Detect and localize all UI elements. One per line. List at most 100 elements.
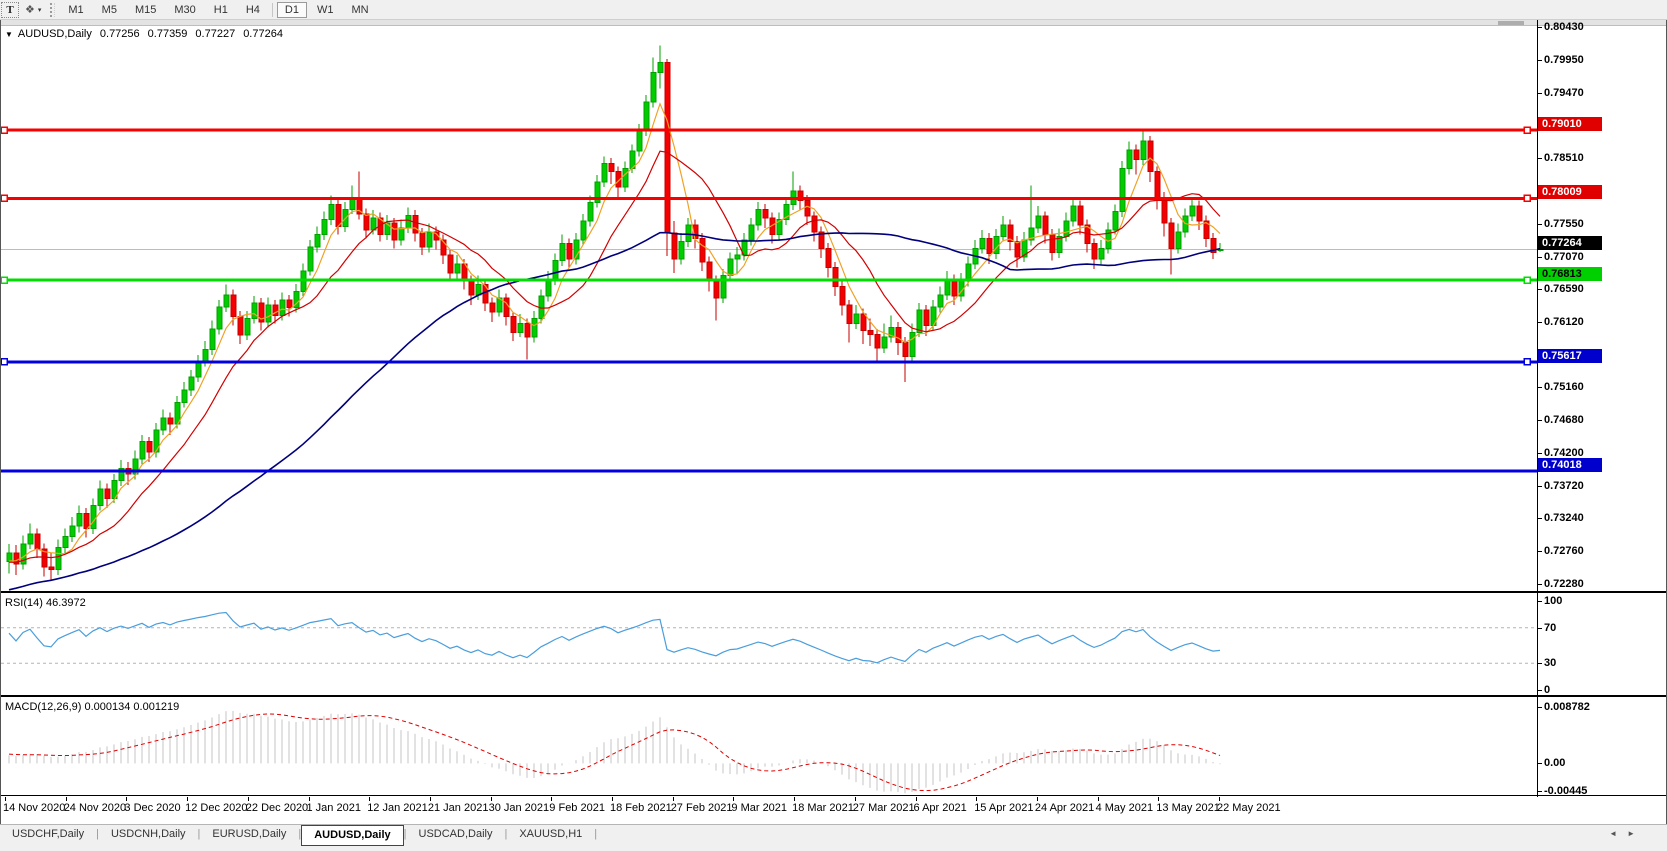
shapes-tool-button[interactable]: ❖ ▾ <box>21 2 45 18</box>
candle-body <box>231 295 236 317</box>
date-label[interactable]: 22 May 2021 <box>1217 802 1281 814</box>
date-label[interactable]: 24 Apr 2021 <box>1035 802 1094 814</box>
timeframe-button-mn[interactable]: MN <box>343 2 376 18</box>
line-anchor-marker <box>1 277 7 283</box>
date-label[interactable]: 3 Dec 2020 <box>124 802 180 814</box>
date-label[interactable]: 18 Feb 2021 <box>610 802 672 814</box>
timeframe-button-m5[interactable]: M5 <box>94 2 125 18</box>
chart-window[interactable]: ▼ AUDUSD,Daily 0.77256 0.77359 0.77227 0… <box>0 20 1667 824</box>
date-label[interactable]: 30 Jan 2021 <box>489 802 550 814</box>
date-label[interactable]: 27 Mar 2021 <box>853 802 915 814</box>
candle-body <box>70 526 75 537</box>
date-label[interactable]: 24 Nov 2020 <box>64 802 126 814</box>
symbol-label: AUDUSD,Daily <box>18 28 92 40</box>
tab-usdcnh[interactable]: USDCNH,Daily <box>99 825 198 846</box>
price-tick-label: 0.74680 <box>1544 413 1584 427</box>
price-level-badge: 0.79010 <box>1538 117 1602 131</box>
date-label[interactable]: 15 Apr 2021 <box>974 802 1033 814</box>
date-label[interactable]: 12 Dec 2020 <box>185 802 247 814</box>
price-axis-line <box>1537 20 1538 797</box>
rsi-tick <box>1538 628 1542 629</box>
timeframe-button-w1[interactable]: W1 <box>309 2 342 18</box>
candle-body <box>35 534 40 549</box>
candle-body <box>672 233 677 259</box>
price-tick <box>1538 158 1542 159</box>
candle-body <box>1015 241 1020 257</box>
candle-body <box>280 300 285 315</box>
timeframe-button-d1[interactable]: D1 <box>277 2 307 18</box>
date-label[interactable]: 9 Mar 2021 <box>731 802 787 814</box>
tab-xauusd[interactable]: XAUUSD,H1 <box>507 825 594 846</box>
candle-body <box>553 261 558 280</box>
price-level-badge: 0.74018 <box>1538 458 1602 472</box>
price-tick-label: 0.73240 <box>1544 511 1584 525</box>
tab-scroll-left-icon[interactable]: ◄ <box>1609 829 1627 838</box>
candle-body <box>77 513 82 525</box>
candlestick-chart-canvas[interactable] <box>1 26 1537 593</box>
macd-tick-label: 0.00 <box>1544 756 1565 770</box>
candle-body <box>266 305 271 322</box>
collapse-triangle-icon[interactable]: ▼ <box>5 30 13 39</box>
candle-body <box>903 343 908 357</box>
macd-canvas[interactable] <box>1 699 1537 796</box>
timeframe-button-m1[interactable]: M1 <box>60 2 91 18</box>
candle-body <box>1113 211 1118 229</box>
candle-body <box>63 537 68 548</box>
date-label[interactable]: 14 Nov 2020 <box>3 802 65 814</box>
timeframe-button-h1[interactable]: H1 <box>206 2 236 18</box>
date-label[interactable]: 6 Apr 2021 <box>914 802 967 814</box>
candle-body <box>224 295 229 307</box>
price-tick-label: 0.77550 <box>1544 217 1584 231</box>
scrollbar-thumb[interactable] <box>1498 21 1524 25</box>
candle-body <box>896 328 901 343</box>
date-tick <box>126 797 127 801</box>
date-label[interactable]: 27 Feb 2021 <box>671 802 733 814</box>
toolbar-grip[interactable] <box>50 3 55 17</box>
timeframe-button-group: M1M5M15M30H1H4 D1W1MN <box>59 2 377 18</box>
low-value: 0.77227 <box>195 28 235 40</box>
date-label[interactable]: 9 Feb 2021 <box>549 802 605 814</box>
candle-body <box>868 330 873 334</box>
timeframe-button-m15[interactable]: M15 <box>127 2 164 18</box>
candle-body <box>161 418 166 430</box>
date-label[interactable]: 21 Jan 2021 <box>428 802 489 814</box>
tab-audusd[interactable]: AUDUSD,Daily <box>301 825 403 846</box>
date-label[interactable]: 4 May 2021 <box>1096 802 1153 814</box>
rsi-indicator-pane[interactable]: RSI(14) 46.3972 10070300 <box>1 595 1666 697</box>
candle-body <box>1078 206 1083 225</box>
candle-body <box>826 248 831 267</box>
candle-body <box>399 228 404 240</box>
candle-body <box>735 255 740 259</box>
timeframe-button-h4[interactable]: H4 <box>238 2 268 18</box>
rsi-canvas[interactable] <box>1 595 1537 697</box>
text-tool-button[interactable]: T <box>1 2 19 18</box>
price-chart-pane[interactable]: ▼ AUDUSD,Daily 0.77256 0.77359 0.77227 0… <box>1 26 1666 593</box>
date-label[interactable]: 22 Dec 2020 <box>246 802 308 814</box>
candle-body <box>203 349 208 361</box>
tab-scroll-arrows[interactable]: ◄► <box>1609 825 1645 838</box>
tab-usdcad[interactable]: USDCAD,Daily <box>407 825 505 846</box>
tab-eurusd[interactable]: EURUSD,Daily <box>200 825 298 846</box>
tab-usdchf[interactable]: USDCHF,Daily <box>0 825 96 846</box>
tab-scroll-right-icon[interactable]: ► <box>1627 829 1645 838</box>
line-anchor-marker <box>1 359 7 365</box>
rsi-tick-label: 100 <box>1544 594 1562 608</box>
time-axis[interactable]: 14 Nov 202024 Nov 20203 Dec 2020 12 Dec 2… <box>1 797 1666 824</box>
date-label[interactable]: 1 Jan 2021 <box>307 802 361 814</box>
candle-body <box>308 247 313 271</box>
candle-body <box>833 267 838 286</box>
date-tick <box>248 797 249 801</box>
high-value: 0.77359 <box>148 28 188 40</box>
candle-body <box>364 214 369 230</box>
candle-body <box>1064 221 1069 237</box>
date-tick <box>369 797 370 801</box>
candle-body <box>98 489 103 505</box>
candle-body <box>1099 248 1104 259</box>
date-label[interactable]: 13 May 2021 <box>1156 802 1220 814</box>
date-label[interactable]: 12 Jan 2021 <box>367 802 428 814</box>
timeframe-button-m30[interactable]: M30 <box>166 2 203 18</box>
macd-indicator-pane[interactable]: MACD(12,26,9) 0.000134 0.001219 0.008782… <box>1 699 1666 796</box>
candle-body <box>238 317 243 335</box>
date-label[interactable]: 18 Mar 2021 <box>792 802 854 814</box>
macd-tick <box>1538 763 1542 764</box>
